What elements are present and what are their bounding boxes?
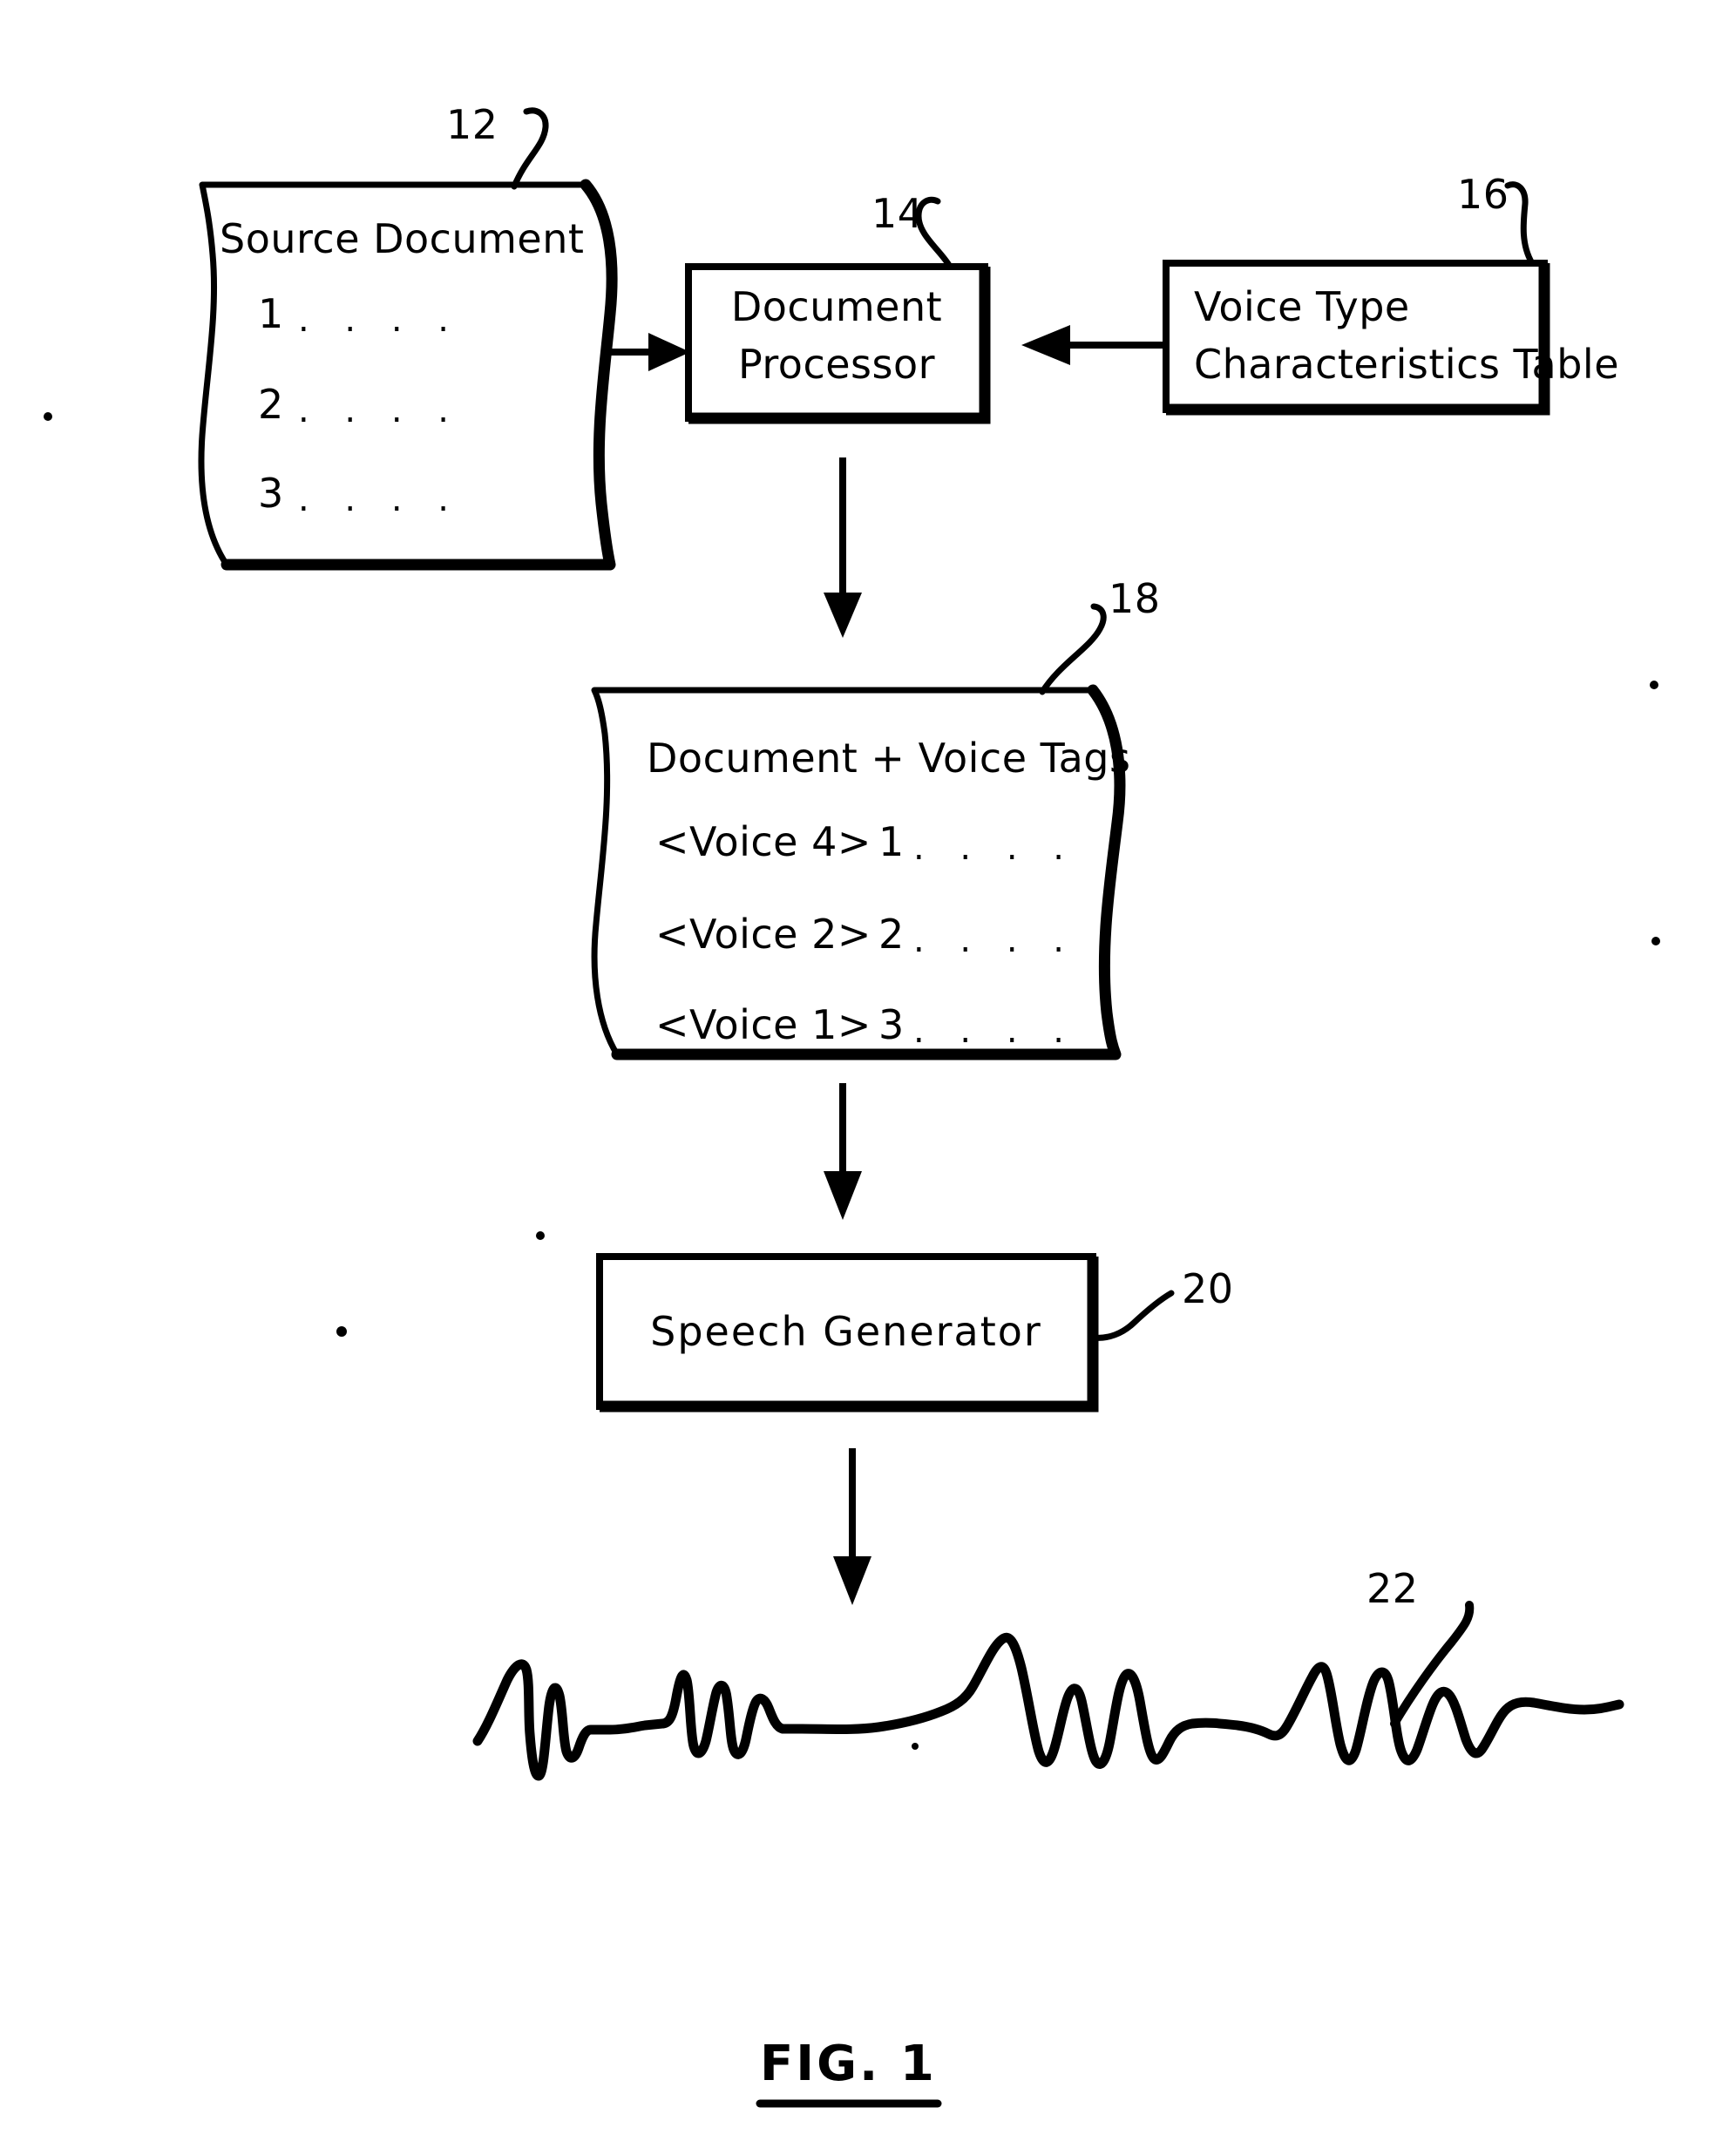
source-document-title: Source Document (220, 215, 585, 262)
arrow-generator-to-waveform (833, 1448, 871, 1605)
reference-number-16: 16 (1457, 171, 1509, 218)
figure-caption: FIG. 1 (760, 2036, 937, 2092)
document-voice-tags-line-3-number: 3 (878, 1001, 905, 1048)
reference-number-20: 20 (1182, 1265, 1234, 1312)
scan-speck (536, 1231, 545, 1240)
document-voice-tags-line-3-dots: . . . . (913, 1011, 1077, 1051)
document-voice-tags-line-2-number: 2 (878, 911, 905, 958)
scan-speck (1651, 937, 1660, 945)
reference-number-14: 14 (871, 190, 924, 237)
reference-number-12: 12 (446, 101, 498, 148)
source-document-line-2-number: 2 (258, 381, 284, 428)
scan-speck (912, 1743, 919, 1750)
voice-type-table-label-line-2: Characteristics Table (1194, 341, 1619, 388)
leader-18 (1039, 603, 1107, 695)
document-voice-tags-line-1-dots: . . . . (913, 828, 1077, 868)
source-document-line-1-number: 1 (258, 290, 284, 337)
document-voice-tags-line-2-tag: <Voice 2> (655, 911, 871, 958)
reference-number-22: 22 (1366, 1565, 1419, 1612)
document-voice-tags-title: Document + Voice Tags (647, 735, 1131, 782)
leader-12 (511, 107, 549, 190)
reference-number-18: 18 (1109, 575, 1161, 622)
document-voice-tags-line-1-tag: <Voice 4> (655, 818, 871, 865)
scan-speck (44, 412, 52, 421)
document-voice-tags-line-3-tag: <Voice 1> (655, 1001, 871, 1048)
source-document-line-3-number: 3 (258, 470, 284, 517)
arrow-table-to-processor (1021, 325, 1166, 365)
arrow-source-to-processor (601, 333, 690, 371)
leader-20 (1089, 1290, 1175, 1341)
voice-type-table-label-line-1: Voice Type (1194, 283, 1410, 330)
source-document-line-1-dots: . . . . (298, 300, 462, 340)
scan-speck (1650, 681, 1658, 689)
figure-page: 12 Source Document 1 . . . . 2 . . . . 3… (0, 0, 1736, 2141)
document-voice-tags-line-1-number: 1 (878, 818, 905, 865)
source-document-line-2-dots: . . . . (298, 390, 462, 430)
document-processor-label-line-2: Processor (737, 341, 936, 388)
scan-speck (336, 1326, 347, 1337)
document-processor-label-line-1: Document (730, 283, 943, 330)
leader-16 (1504, 181, 1536, 267)
arrow-tagged-doc-to-generator (824, 1083, 862, 1220)
speech-generator-label: Speech Generator (650, 1308, 1042, 1355)
document-voice-tags-line-2-dots: . . . . (913, 920, 1077, 960)
source-document-line-3-dots: . . . . (298, 479, 462, 519)
speech-waveform-shape (472, 1632, 1624, 1781)
arrow-processor-to-tagged-doc (824, 457, 862, 638)
